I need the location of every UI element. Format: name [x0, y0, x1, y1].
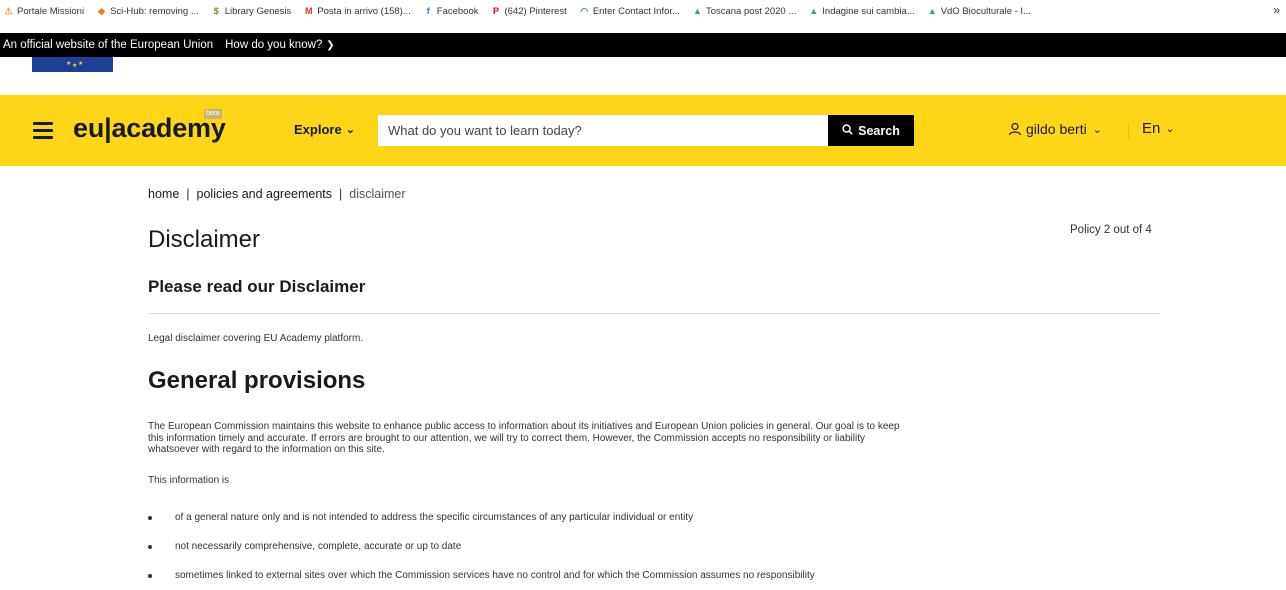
bookmark-item[interactable]: ▲ Indagine sui cambia... — [808, 6, 914, 17]
dollar-icon: $ — [213, 5, 219, 16]
drive-icon: ▲ — [809, 5, 819, 16]
user-icon — [1008, 122, 1022, 136]
bookmark-label: Posta in arrivo (158)... — [317, 5, 411, 17]
bullet-icon — [148, 573, 152, 578]
bookmark-item[interactable]: f Facebook — [423, 6, 479, 17]
user-name: gildo berti — [1026, 121, 1087, 137]
warning-icon: ⚠ — [4, 5, 13, 16]
bookmark-item[interactable]: ⚠ Portale Missioni — [3, 6, 84, 17]
bookmark-item[interactable]: P (642) Pinterest — [491, 6, 567, 17]
star-icon: ★ — [78, 61, 84, 67]
paragraph-line: this information timely and accurate. If… — [148, 432, 865, 444]
explore-menu-button[interactable]: Explore ⌄ — [294, 122, 355, 137]
explore-label: Explore — [294, 122, 342, 137]
list-item: not necessarily comprehensive, complete,… — [148, 532, 1168, 561]
bullet-icon — [148, 544, 152, 549]
wifi-icon: ◠ — [580, 5, 589, 16]
breadcrumb-separator: | — [339, 187, 343, 201]
pinterest-icon: P — [492, 5, 499, 16]
drive-icon: ▲ — [692, 5, 702, 16]
how-do-you-know-label: How do you know? — [225, 39, 323, 51]
policy-count: Policy 2 out of 4 — [1070, 224, 1152, 236]
bookmark-item[interactable]: ▲ VdO Bioculturale - I... — [927, 6, 1031, 17]
eu-academy-logo[interactable]: eu|academy — [73, 113, 226, 144]
bookmark-item[interactable]: ◠ Enter Contact Infor... — [579, 6, 680, 17]
search-input[interactable] — [378, 115, 828, 146]
header-divider — [1128, 123, 1129, 140]
eu-official-banner: An official website of the European Unio… — [0, 33, 1286, 57]
language-selector[interactable]: En ⌄ — [1142, 120, 1175, 137]
bookmark-label: Facebook — [436, 5, 479, 17]
breadcrumb-separator: | — [186, 187, 190, 201]
facebook-icon: f — [426, 5, 430, 16]
breadcrumb: home | policies and agreements | disclai… — [148, 187, 406, 201]
bookmark-label: Indagine sui cambia... — [822, 5, 915, 17]
list-item-text: not necessarily comprehensive, complete,… — [175, 541, 462, 552]
list-item: of a general nature only and is not inte… — [148, 503, 1168, 532]
bookmark-label: (642) Pinterest — [504, 5, 567, 17]
how-do-you-know-toggle[interactable]: How do you know? ❯ — [225, 39, 335, 51]
bookmark-item[interactable]: M Posta in arrivo (158)... — [303, 5, 411, 17]
eu-flag-logo[interactable]: ★ ★ ★ — [32, 57, 113, 72]
section-title: General provisions — [148, 367, 366, 394]
chevron-down-icon: ⌄ — [1165, 123, 1175, 135]
chevron-down-icon: ⌄ — [345, 124, 355, 136]
bookmark-item[interactable]: ▲ Toscana post 2020 ... — [692, 6, 796, 17]
search-button[interactable]: Search — [828, 115, 914, 146]
bookmark-label: Library Genesis — [224, 5, 292, 17]
user-menu-button[interactable]: gildo berti ⌄ — [1008, 121, 1102, 137]
list-item-text: of a general nature only and is not inte… — [175, 512, 694, 523]
search-icon — [842, 123, 853, 138]
raven-icon: ◆ — [98, 5, 106, 16]
list-item-text: sometimes linked to external sites over … — [175, 570, 815, 581]
page-subtitle: Please read our Disclaimer — [148, 277, 366, 296]
star-icon: ★ — [72, 63, 78, 69]
menu-icon[interactable] — [33, 122, 53, 139]
bookmark-item[interactable]: ◆ Sci-Hub: removing ... — [96, 6, 199, 17]
breadcrumb-policies[interactable]: policies and agreements — [197, 187, 333, 201]
bookmarks-bar: ⚠ Portale Missioni ◆ Sci-Hub: removing ... $… — [0, 0, 1286, 22]
site-header: eu|academy beta Explore ⌄ Search gildo b… — [0, 95, 1286, 166]
chevron-down-icon: ⌄ — [1092, 123, 1102, 136]
general-provisions-paragraph: The European Commission maintains this w… — [148, 421, 1158, 456]
eu-official-text: An official website of the European Unio… — [3, 39, 214, 51]
breadcrumb-home[interactable]: home — [148, 187, 179, 201]
bookmark-item[interactable]: $ Library Genesis — [211, 6, 292, 17]
bookmark-label: Enter Contact Infor... — [592, 5, 680, 17]
star-icon: ★ — [66, 61, 72, 67]
page-summary: Legal disclaimer covering EU Academy pla… — [148, 333, 364, 344]
info-bullet-list: of a general nature only and is not inte… — [148, 503, 1168, 590]
bookmark-label: Sci-Hub: removing ... — [110, 5, 199, 17]
paragraph-line: The European Commission maintains this w… — [148, 421, 900, 432]
search-button-label: Search — [858, 123, 900, 138]
paragraph-line: whatsoever with regard to the informatio… — [148, 444, 385, 455]
breadcrumb-current: disclaimer — [349, 187, 406, 201]
gmail-icon: M — [305, 5, 313, 16]
bookmark-label: VdO Bioculturale - I... — [940, 5, 1031, 17]
bookmark-label: Toscana post 2020 ... — [705, 5, 797, 17]
chevron-down-icon: ❯ — [326, 39, 335, 51]
drive-icon: ▲ — [927, 5, 937, 16]
language-label: En — [1142, 120, 1161, 137]
bookmarks-overflow-button[interactable]: » — [1273, 3, 1280, 17]
info-intro: This information is — [148, 475, 230, 486]
bookmark-label: Portale Missioni — [17, 5, 85, 17]
bullet-icon — [148, 515, 152, 520]
beta-badge: beta — [204, 109, 222, 119]
page-title: Disclaimer — [148, 226, 261, 253]
divider — [148, 313, 1160, 314]
